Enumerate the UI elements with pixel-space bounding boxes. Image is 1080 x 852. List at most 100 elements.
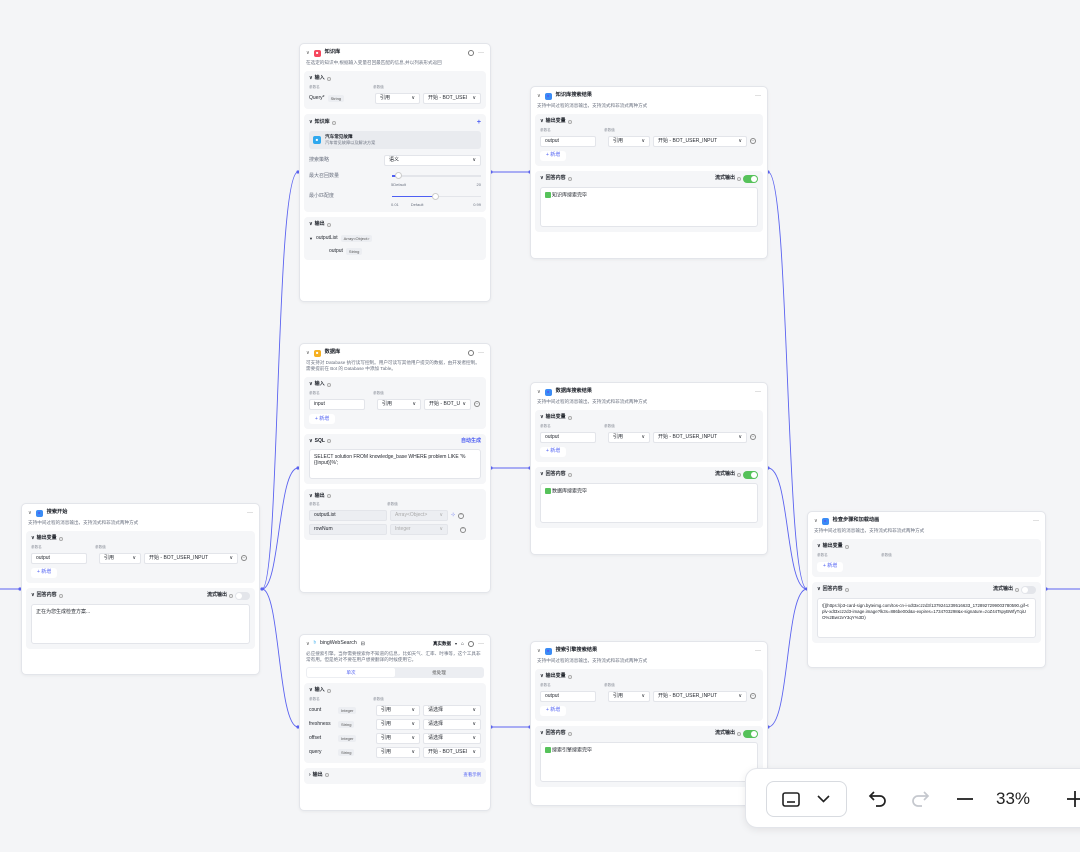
value-select[interactable]: 开始 - BOT_USEI ∨ bbox=[423, 92, 481, 104]
add-button[interactable]: + 新增 bbox=[31, 567, 58, 578]
reply-textarea[interactable]: ![](https://p3-card-sign.byteimg.com/tos… bbox=[817, 597, 1036, 638]
add-kb-icon[interactable]: + bbox=[477, 118, 481, 127]
tab-batch[interactable]: 批处理 bbox=[395, 668, 483, 677]
add-button[interactable]: + 新增 bbox=[540, 150, 567, 161]
data-mode-select[interactable]: 真实数据 bbox=[433, 641, 451, 647]
more-icon[interactable]: ··· bbox=[478, 640, 484, 648]
chevron-icon[interactable]: ∨ bbox=[309, 221, 313, 228]
remove-icon[interactable]: − bbox=[750, 138, 756, 145]
bing-search-node[interactable]: ∨ ᵇ bingWebSearch ⊟ 真实数据 ▾ ⌂ ··· 必应搜索引擎。当你需要搜索你… bbox=[299, 634, 491, 811]
max-recall-slider[interactable] bbox=[392, 172, 481, 180]
debug-icon[interactable]: ⌂ bbox=[461, 641, 464, 648]
settings-icon[interactable] bbox=[468, 350, 474, 356]
remove-icon[interactable]: − bbox=[458, 512, 465, 519]
stream-label: 流式输出 bbox=[206, 592, 227, 599]
knowledge-node[interactable]: ∨ ■ 知识库 ··· 在选定的知识中,根据输入变量召回最匹配的信息,并以列表形式返回… bbox=[299, 43, 491, 302]
output-var-section: ∨ 输出变量 参数名 参数值 output 引用 ∨ 开始 - BOT_USER_INPU… bbox=[535, 114, 763, 166]
remove-icon[interactable]: − bbox=[750, 693, 756, 700]
stream-toggle[interactable] bbox=[743, 470, 758, 479]
zoom-in-button[interactable] bbox=[1061, 785, 1080, 813]
more-icon[interactable]: ··· bbox=[755, 647, 761, 655]
mode-select[interactable]: 引用 ∨ bbox=[377, 398, 421, 410]
auto-generate-button[interactable]: 自动生成 bbox=[461, 438, 481, 445]
tab-single[interactable]: 单次 bbox=[307, 668, 395, 678]
settings-icon[interactable] bbox=[468, 641, 474, 647]
mode-select[interactable]: 引用 ∨ bbox=[375, 92, 420, 104]
value-select[interactable]: 开始 - BOT_USER_INPUT ∨ bbox=[653, 690, 747, 702]
add-button[interactable]: + 新增 bbox=[540, 446, 567, 457]
more-icon[interactable]: ··· bbox=[1033, 517, 1039, 525]
var-name-input[interactable]: output bbox=[540, 431, 596, 443]
var-name-input[interactable]: output bbox=[540, 690, 596, 702]
tree-icon[interactable]: ⊹ bbox=[451, 512, 455, 519]
stream-toggle[interactable] bbox=[235, 591, 250, 600]
stream-toggle[interactable] bbox=[743, 729, 758, 738]
add-button[interactable]: + 新增 bbox=[309, 413, 336, 424]
db-result-node[interactable]: ∨ ■ 数据库搜索结果 ··· 支持中间过程的消息输出，支持流式和非流式两种方式 ∨ 输… bbox=[530, 382, 768, 555]
workflow-canvas[interactable]: ∨ ■ 知识库 ··· 在选定的知识中,根据输入变量召回最匹配的信息,并以列表形式返回… bbox=[0, 0, 1080, 852]
section-title: 输入 bbox=[314, 381, 325, 388]
var-name-input[interactable]: output bbox=[540, 135, 596, 147]
stream-toggle[interactable] bbox=[743, 174, 758, 183]
sql-textarea[interactable]: SELECT solution FROM knowledge_base WHER… bbox=[309, 448, 481, 479]
strategy-select[interactable]: 语义 ∨ bbox=[384, 155, 481, 167]
remove-icon[interactable]: − bbox=[241, 555, 247, 562]
value-select[interactable]: 请选择 ∨ bbox=[423, 704, 481, 716]
type-tag: String bbox=[338, 720, 355, 728]
more-icon[interactable]: ··· bbox=[755, 388, 761, 396]
remove-icon[interactable]: − bbox=[460, 526, 466, 533]
redo-icon bbox=[912, 791, 930, 807]
more-icon[interactable]: ··· bbox=[247, 509, 253, 517]
reply-textarea[interactable]: 知识库搜索完毕 bbox=[540, 186, 758, 227]
value-select[interactable]: 开始 - BOT_USER_INPUT ∨ bbox=[653, 135, 747, 147]
var-name-input[interactable]: input bbox=[309, 398, 365, 410]
mode-select[interactable]: 引用 ∨ bbox=[608, 431, 650, 443]
doc-icon[interactable]: ⊟ bbox=[361, 641, 365, 648]
type-tag: String bbox=[327, 94, 345, 102]
mode-select[interactable]: 引用 ∨ bbox=[376, 704, 420, 716]
kb-result-node[interactable]: ∨ ■ 知识库搜索结果 ··· 支持中间过程的消息输出，支持流式和非流式两种方式 ∨ 输… bbox=[530, 86, 768, 259]
collapse-icon[interactable]: ∨ bbox=[306, 50, 310, 57]
database-node[interactable]: ∨ ■ 数据库 ··· 可支持对 Database 执行读写控制。用户可读写其他用户提… bbox=[299, 343, 491, 593]
more-icon[interactable]: ··· bbox=[755, 92, 761, 100]
chevron-icon[interactable]: ∨ bbox=[309, 119, 313, 126]
remove-icon[interactable]: − bbox=[750, 434, 756, 441]
bing-result-node[interactable]: ∨ ■ 搜索引擎搜索结果 ··· 支持中间过程的消息输出，支持流式和非流式两种方式 ∨… bbox=[530, 641, 768, 806]
value-select[interactable]: 开始 - BOT_USER_INPUT ∨ bbox=[653, 431, 747, 443]
reply-textarea[interactable]: 搜索引擎搜索完毕 bbox=[540, 741, 758, 782]
value-select[interactable]: 请选择 ∨ bbox=[423, 718, 481, 730]
value-select[interactable]: 开始 - BOT_USEI ∨ bbox=[423, 746, 481, 758]
mode-select[interactable]: 引用 ∨ bbox=[376, 732, 420, 744]
info-icon bbox=[331, 120, 336, 125]
mode-select[interactable]: 引用 ∨ bbox=[376, 718, 420, 730]
redo-button[interactable] bbox=[906, 785, 934, 813]
value-select[interactable]: 请选择 ∨ bbox=[423, 732, 481, 744]
final-message-node[interactable]: ∨ ■ 检查步骤和加载动画 ··· 支持中间过程的消息输出，支持流式和非流式两种方式 … bbox=[807, 511, 1046, 668]
value-select[interactable]: 开始 - BOT_USER_INPUT ∨ bbox=[144, 552, 238, 564]
mode-select[interactable]: 引用 ∨ bbox=[608, 135, 650, 147]
min-score-slider[interactable] bbox=[392, 192, 481, 200]
zoom-level[interactable]: 33% bbox=[996, 789, 1030, 809]
kb-item[interactable]: ■ 汽车常见故障 汽车常见故障以及解决方案 bbox=[309, 131, 481, 150]
add-button[interactable]: + 新增 bbox=[817, 561, 844, 572]
chevron-icon[interactable]: ∨ bbox=[309, 75, 313, 82]
mode-select[interactable]: 引用 ∨ bbox=[99, 552, 141, 564]
var-name-input[interactable]: output bbox=[31, 552, 87, 564]
add-button[interactable]: + 新增 bbox=[540, 705, 567, 716]
undo-button[interactable] bbox=[864, 785, 892, 813]
mode-select[interactable]: 引用 ∨ bbox=[608, 690, 650, 702]
tree-toggle-icon[interactable]: ▼ bbox=[309, 236, 313, 241]
view-example-link[interactable]: 查看示例 bbox=[463, 772, 481, 778]
reply-textarea[interactable]: 正在为您生成检查方案... bbox=[31, 603, 250, 644]
mode-select[interactable]: 引用 ∨ bbox=[376, 746, 420, 758]
value-select[interactable]: 开始 - BOT_U ∨ bbox=[424, 398, 471, 410]
start-message-node[interactable]: ∨ ■ 搜索开始 ··· 支持中间过程的消息输出，支持流式和非流式两种方式 ∨ 输出变量… bbox=[21, 503, 260, 675]
remove-icon[interactable]: − bbox=[474, 401, 480, 408]
stream-toggle[interactable] bbox=[1021, 585, 1036, 594]
zoom-out-button[interactable] bbox=[951, 785, 979, 813]
reply-textarea[interactable]: 数据库搜索完毕 bbox=[540, 482, 758, 523]
more-icon[interactable]: ··· bbox=[478, 49, 484, 57]
layout-select[interactable] bbox=[766, 781, 847, 817]
settings-icon[interactable] bbox=[468, 50, 474, 56]
more-icon[interactable]: ··· bbox=[478, 349, 484, 357]
